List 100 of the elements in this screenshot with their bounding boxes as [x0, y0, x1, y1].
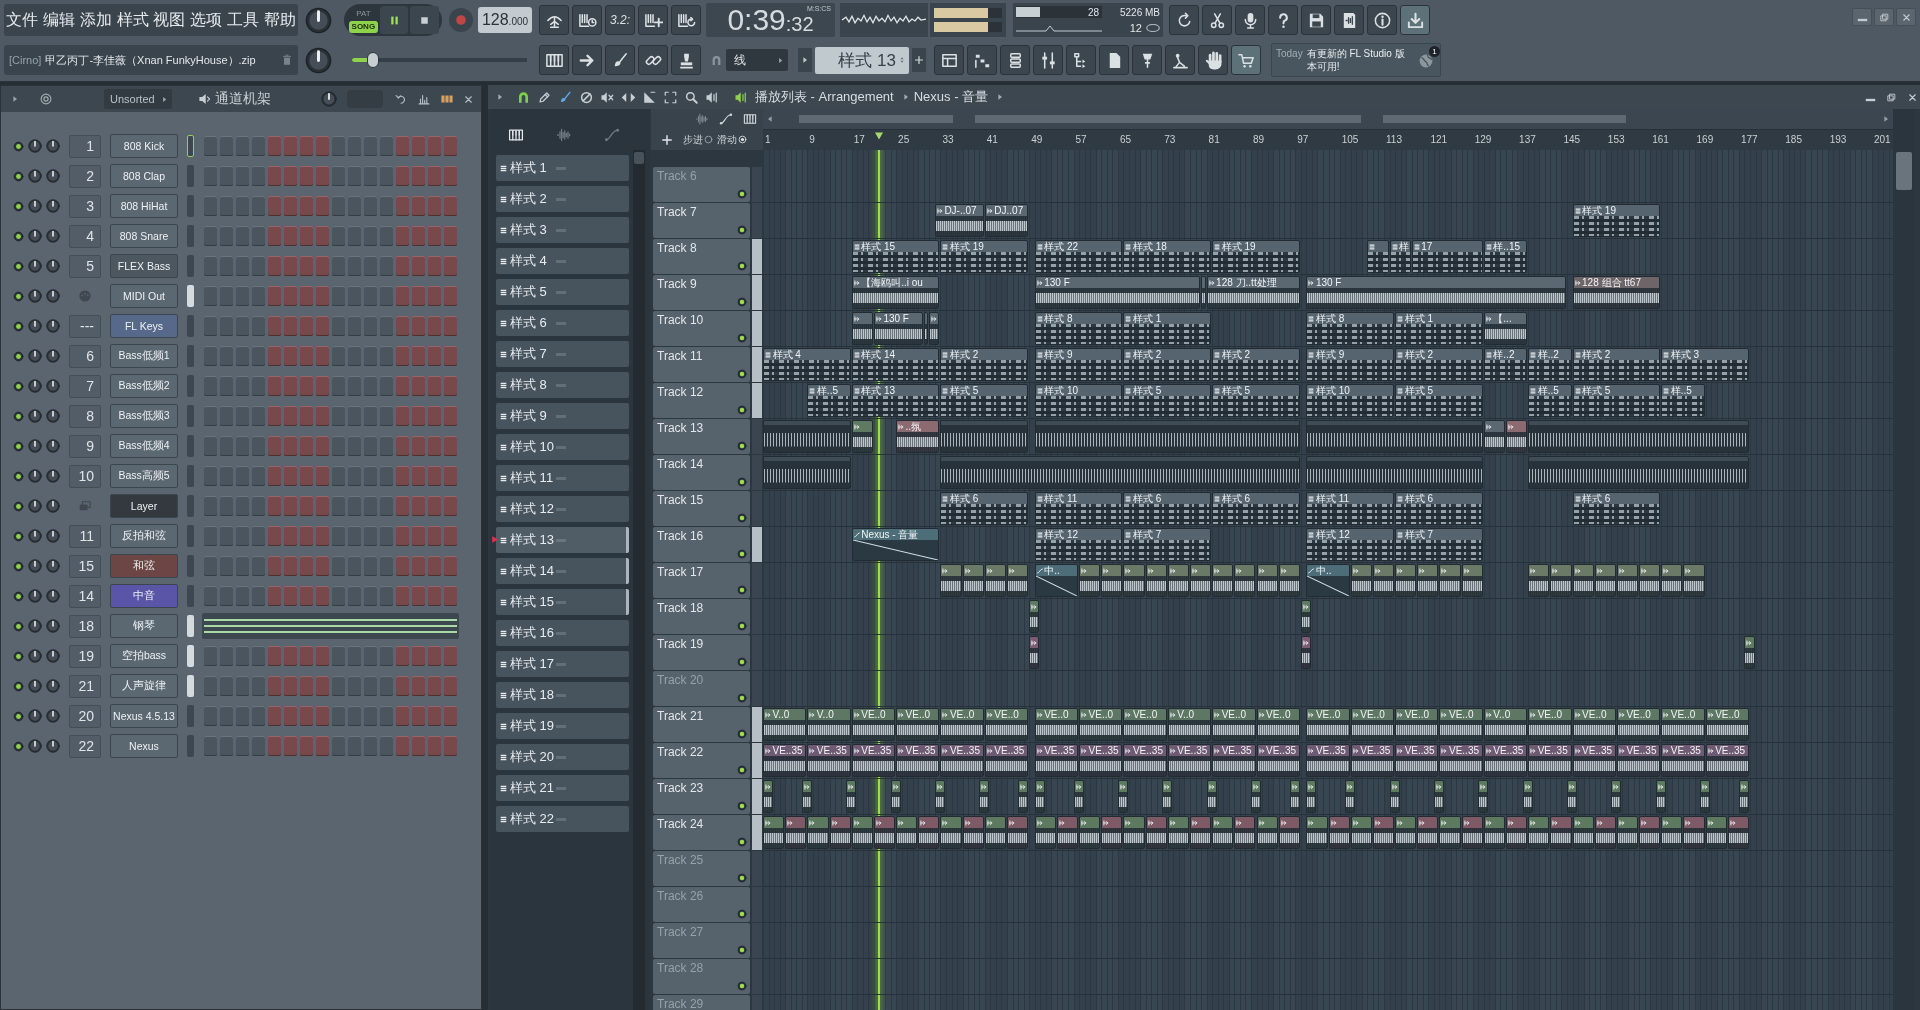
step-button[interactable] [316, 406, 329, 426]
step-button[interactable] [316, 436, 329, 456]
led-icon[interactable] [13, 380, 24, 392]
pattern-item[interactable]: 样式 17 [496, 651, 629, 677]
step-button[interactable] [236, 706, 249, 726]
led-icon[interactable] [737, 621, 747, 631]
track-header[interactable]: Track 11 [653, 347, 750, 382]
step-button[interactable] [300, 346, 313, 366]
audio-clip[interactable] [934, 780, 945, 813]
step-button[interactable] [444, 376, 457, 396]
led-icon[interactable] [737, 297, 747, 307]
step-button[interactable] [364, 556, 377, 576]
step-button[interactable] [252, 316, 265, 336]
led-icon[interactable] [13, 590, 24, 602]
audio-clip[interactable]: 128 刀..tt处理 [1206, 276, 1300, 309]
channel-button[interactable]: 钢琴 [110, 614, 178, 638]
pattern-clip[interactable]: 样式 2 [1123, 348, 1212, 381]
audio-clip[interactable] [1389, 780, 1400, 813]
audio-clip[interactable]: VE..35 [1705, 744, 1749, 777]
led-icon[interactable] [13, 440, 24, 452]
step-button[interactable] [364, 196, 377, 216]
selection-indicator[interactable] [187, 285, 194, 307]
step-button[interactable] [332, 466, 345, 486]
audio-clip[interactable]: VE..35 [1306, 744, 1350, 777]
mixer-track-field[interactable]: 14 [69, 584, 101, 608]
step-button[interactable] [236, 526, 249, 546]
pattern-item[interactable]: 样式 7 [496, 341, 629, 367]
step-button[interactable] [348, 436, 361, 456]
news-panel[interactable]: Today 有更新的 FL Studio 版本可用! 1 [1271, 43, 1441, 77]
step-button[interactable] [284, 526, 297, 546]
audio-clip[interactable] [1079, 816, 1101, 849]
audio-clip[interactable] [1372, 816, 1395, 849]
toolbar-button[interactable] [1165, 45, 1195, 75]
step-button[interactable] [380, 436, 393, 456]
caret-icon[interactable] [901, 93, 910, 101]
step-button[interactable] [332, 496, 345, 516]
right-arrow-icon[interactable] [1882, 115, 1890, 123]
step-button[interactable] [380, 676, 393, 696]
pattern-item[interactable]: 样式 3 [496, 217, 629, 243]
led-icon[interactable] [13, 200, 24, 212]
pattern-clip[interactable]: 样式 2 [940, 348, 1029, 381]
audio-clip[interactable] [763, 780, 774, 813]
volume-knob[interactable] [46, 379, 60, 393]
audio-clip[interactable] [979, 780, 990, 813]
step-button[interactable] [412, 496, 425, 516]
step-button[interactable] [220, 436, 233, 456]
audio-clip[interactable] [1056, 816, 1079, 849]
volume-knob[interactable] [46, 169, 60, 183]
led-icon[interactable] [737, 189, 747, 199]
led-icon[interactable] [737, 981, 747, 991]
led-icon[interactable] [737, 405, 747, 415]
audio-clip[interactable]: VE..35 [1661, 744, 1705, 777]
pattern-item[interactable]: 样式 18 [496, 682, 629, 708]
step-button[interactable] [220, 706, 233, 726]
menu-item[interactable]: 文件 [6, 9, 39, 31]
track-header[interactable]: Track 24 [653, 815, 750, 850]
step-button[interactable] [332, 256, 345, 276]
mixer-track-field[interactable]: 6 [69, 344, 101, 368]
mixer-track-field[interactable]: 18 [69, 614, 101, 638]
mixer-track-field[interactable]: 1 [69, 134, 101, 158]
audio-clip[interactable]: VE..0 [1212, 708, 1256, 741]
audio-clip[interactable] [1616, 564, 1639, 597]
toolbar-button[interactable] [1198, 45, 1228, 75]
led-icon[interactable] [737, 801, 747, 811]
audio-clip[interactable] [1639, 816, 1661, 849]
waveform-icon[interactable] [556, 127, 572, 143]
step-button[interactable] [252, 496, 265, 516]
step-button[interactable] [444, 526, 457, 546]
pattern-item[interactable]: 样式 15 [496, 589, 629, 615]
audio-clip[interactable] [851, 816, 873, 849]
selection-indicator[interactable] [187, 135, 194, 157]
step-button[interactable] [364, 376, 377, 396]
step-button[interactable] [428, 406, 441, 426]
step-button[interactable] [220, 316, 233, 336]
step-button[interactable] [348, 556, 361, 576]
snap-dropdown[interactable]: 线 [726, 49, 788, 71]
step-button[interactable] [284, 466, 297, 486]
step-button[interactable] [364, 586, 377, 606]
audio-clip[interactable]: VE..0 [1616, 708, 1661, 741]
step-button[interactable] [332, 736, 345, 756]
led-icon[interactable] [13, 290, 24, 302]
audio-clip[interactable]: V..0 [1483, 708, 1528, 741]
audio-clip[interactable]: VE..35 [807, 744, 851, 777]
step-button[interactable] [364, 406, 377, 426]
audio-clip[interactable]: V..0 [763, 708, 807, 741]
audio-clip[interactable] [896, 816, 918, 849]
audio-clip[interactable] [1550, 564, 1572, 597]
step-button[interactable] [220, 406, 233, 426]
mixer-track-field[interactable]: 11 [69, 524, 101, 548]
pattern-clip[interactable]: 样式 2 [1572, 348, 1661, 381]
step-button[interactable] [284, 256, 297, 276]
track-header[interactable]: Track 12 [653, 383, 750, 418]
toolbar-button[interactable] [1066, 45, 1096, 75]
step-button[interactable] [412, 346, 425, 366]
step-button[interactable] [428, 466, 441, 486]
step-button[interactable] [284, 556, 297, 576]
step-button[interactable] [396, 376, 409, 396]
menu-item[interactable]: 工具 [226, 9, 259, 31]
step-button[interactable] [220, 496, 233, 516]
step-button[interactable] [396, 526, 409, 546]
